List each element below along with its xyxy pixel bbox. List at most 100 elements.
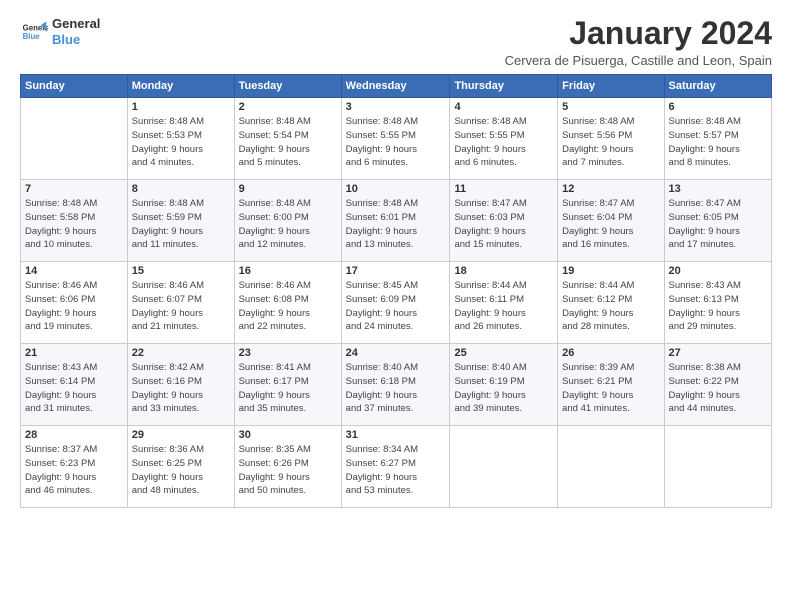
day-info: Sunrise: 8:48 AM Sunset: 6:01 PM Dayligh… — [346, 197, 446, 252]
calendar-cell: 2 Sunrise: 8:48 AM Sunset: 5:54 PM Daylig… — [234, 98, 341, 180]
calendar-cell — [450, 426, 558, 508]
day-number: 22 — [132, 347, 230, 359]
calendar-cell: 21Sunrise: 8:43 AM Sunset: 6:14 PM Dayli… — [21, 344, 128, 426]
day-number: 12 — [562, 183, 659, 195]
calendar-cell: 29Sunrise: 8:36 AM Sunset: 6:25 PM Dayli… — [127, 426, 234, 508]
day-number: 11 — [454, 183, 553, 195]
calendar-cell: 3 Sunrise: 8:48 AM Sunset: 5:55 PM Daylig… — [341, 98, 450, 180]
calendar-week-row: 28 Sunrise: 8:37 AM Sunset: 6:23 PM Dayli… — [21, 426, 772, 508]
day-info: Sunrise: 8:48 AM Sunset: 5:57 PM Dayligh… — [669, 115, 767, 170]
day-number: 6 — [669, 101, 767, 113]
weekday-header: Saturday — [664, 75, 771, 98]
day-info: Sunrise: 8:46 AM Sunset: 6:07 PM Dayligh… — [132, 279, 230, 334]
day-number: 17 — [346, 265, 446, 277]
day-number: 20 — [669, 265, 767, 277]
day-info: Sunrise: 8:43 AM Sunset: 6:14 PM Dayligh… — [25, 361, 123, 416]
day-number: 18 — [454, 265, 553, 277]
calendar-cell: 31 Sunrise: 8:34 AM Sunset: 6:27 PM Dayli… — [341, 426, 450, 508]
calendar-cell: 22 Sunrise: 8:42 AM Sunset: 6:16 PM Dayli… — [127, 344, 234, 426]
day-info: Sunrise: 8:44 AM Sunset: 6:12 PM Dayligh… — [562, 279, 659, 334]
day-info: Sunrise: 8:48 AM Sunset: 5:59 PM Dayligh… — [132, 197, 230, 252]
calendar-cell — [558, 426, 664, 508]
logo: General Blue General Blue — [20, 16, 100, 47]
day-number: 9 — [239, 183, 337, 195]
day-info: Sunrise: 8:47 AM Sunset: 6:05 PM Dayligh… — [669, 197, 767, 252]
day-info: Sunrise: 8:44 AM Sunset: 6:11 PM Dayligh… — [454, 279, 553, 334]
title-block: January 2024 Cervera de Pisuerga, Castil… — [505, 16, 772, 68]
logo-line2: Blue — [52, 32, 100, 48]
day-number: 1 — [132, 101, 230, 113]
weekday-header: Thursday — [450, 75, 558, 98]
weekday-header: Wednesday — [341, 75, 450, 98]
calendar-cell: 19 Sunrise: 8:44 AM Sunset: 6:12 PM Dayli… — [558, 262, 664, 344]
day-number: 13 — [669, 183, 767, 195]
day-number: 10 — [346, 183, 446, 195]
day-info: Sunrise: 8:42 AM Sunset: 6:16 PM Dayligh… — [132, 361, 230, 416]
day-number: 7 — [25, 183, 123, 195]
month-title: January 2024 — [505, 16, 772, 51]
day-info: Sunrise: 8:35 AM Sunset: 6:26 PM Dayligh… — [239, 443, 337, 498]
day-info: Sunrise: 8:48 AM Sunset: 5:55 PM Dayligh… — [454, 115, 553, 170]
day-info: Sunrise: 8:46 AM Sunset: 6:08 PM Dayligh… — [239, 279, 337, 334]
day-info: Sunrise: 8:48 AM Sunset: 6:00 PM Dayligh… — [239, 197, 337, 252]
day-info: Sunrise: 8:39 AM Sunset: 6:21 PM Dayligh… — [562, 361, 659, 416]
day-number: 14 — [25, 265, 123, 277]
day-info: Sunrise: 8:45 AM Sunset: 6:09 PM Dayligh… — [346, 279, 446, 334]
calendar-week-row: 7 Sunrise: 8:48 AM Sunset: 5:58 PM Daylig… — [21, 180, 772, 262]
weekday-header: Sunday — [21, 75, 128, 98]
day-info: Sunrise: 8:41 AM Sunset: 6:17 PM Dayligh… — [239, 361, 337, 416]
day-number: 27 — [669, 347, 767, 359]
calendar-cell: 14 Sunrise: 8:46 AM Sunset: 6:06 PM Dayli… — [21, 262, 128, 344]
calendar-cell: 17 Sunrise: 8:45 AM Sunset: 6:09 PM Dayli… — [341, 262, 450, 344]
day-info: Sunrise: 8:37 AM Sunset: 6:23 PM Dayligh… — [25, 443, 123, 498]
calendar-table: SundayMondayTuesdayWednesdayThursdayFrid… — [20, 74, 772, 508]
day-number: 2 — [239, 101, 337, 113]
logo-line1: General — [52, 16, 100, 32]
calendar-cell: 16Sunrise: 8:46 AM Sunset: 6:08 PM Dayli… — [234, 262, 341, 344]
day-number: 26 — [562, 347, 659, 359]
day-info: Sunrise: 8:48 AM Sunset: 5:54 PM Dayligh… — [239, 115, 337, 170]
day-info: Sunrise: 8:48 AM Sunset: 5:58 PM Dayligh… — [25, 197, 123, 252]
calendar-cell: 10 Sunrise: 8:48 AM Sunset: 6:01 PM Dayli… — [341, 180, 450, 262]
day-info: Sunrise: 8:34 AM Sunset: 6:27 PM Dayligh… — [346, 443, 446, 498]
weekday-header: Friday — [558, 75, 664, 98]
calendar-cell: 18 Sunrise: 8:44 AM Sunset: 6:11 PM Dayli… — [450, 262, 558, 344]
calendar-cell: 13 Sunrise: 8:47 AM Sunset: 6:05 PM Dayli… — [664, 180, 771, 262]
calendar-cell: 7 Sunrise: 8:48 AM Sunset: 5:58 PM Daylig… — [21, 180, 128, 262]
day-info: Sunrise: 8:40 AM Sunset: 6:18 PM Dayligh… — [346, 361, 446, 416]
calendar-cell: 20Sunrise: 8:43 AM Sunset: 6:13 PM Dayli… — [664, 262, 771, 344]
calendar-cell: 12 Sunrise: 8:47 AM Sunset: 6:04 PM Dayli… — [558, 180, 664, 262]
day-number: 5 — [562, 101, 659, 113]
svg-text:Blue: Blue — [23, 32, 41, 41]
day-number: 28 — [25, 429, 123, 441]
calendar-cell: 26 Sunrise: 8:39 AM Sunset: 6:21 PM Dayli… — [558, 344, 664, 426]
day-number: 24 — [346, 347, 446, 359]
calendar-cell: 30Sunrise: 8:35 AM Sunset: 6:26 PM Dayli… — [234, 426, 341, 508]
weekday-header-row: SundayMondayTuesdayWednesdayThursdayFrid… — [21, 75, 772, 98]
calendar-cell: 8 Sunrise: 8:48 AM Sunset: 5:59 PM Daylig… — [127, 180, 234, 262]
calendar-cell: 4 Sunrise: 8:48 AM Sunset: 5:55 PM Daylig… — [450, 98, 558, 180]
day-info: Sunrise: 8:40 AM Sunset: 6:19 PM Dayligh… — [454, 361, 553, 416]
page: General Blue General Blue January 2024 C… — [0, 0, 792, 612]
day-number: 31 — [346, 429, 446, 441]
calendar-cell — [664, 426, 771, 508]
day-info: Sunrise: 8:46 AM Sunset: 6:06 PM Dayligh… — [25, 279, 123, 334]
day-number: 3 — [346, 101, 446, 113]
calendar-week-row: 1Sunrise: 8:48 AM Sunset: 5:53 PM Daylig… — [21, 98, 772, 180]
day-number: 8 — [132, 183, 230, 195]
calendar-cell: 1Sunrise: 8:48 AM Sunset: 5:53 PM Daylig… — [127, 98, 234, 180]
day-info: Sunrise: 8:47 AM Sunset: 6:04 PM Dayligh… — [562, 197, 659, 252]
logo-icon: General Blue — [20, 18, 48, 46]
day-number: 19 — [562, 265, 659, 277]
calendar-cell: 27Sunrise: 8:38 AM Sunset: 6:22 PM Dayli… — [664, 344, 771, 426]
day-number: 4 — [454, 101, 553, 113]
day-info: Sunrise: 8:48 AM Sunset: 5:56 PM Dayligh… — [562, 115, 659, 170]
calendar-cell: 9 Sunrise: 8:48 AM Sunset: 6:00 PM Daylig… — [234, 180, 341, 262]
calendar-cell: 24 Sunrise: 8:40 AM Sunset: 6:18 PM Dayli… — [341, 344, 450, 426]
subtitle: Cervera de Pisuerga, Castille and Leon, … — [505, 53, 772, 68]
calendar-cell: 11Sunrise: 8:47 AM Sunset: 6:03 PM Dayli… — [450, 180, 558, 262]
day-number: 23 — [239, 347, 337, 359]
day-info: Sunrise: 8:48 AM Sunset: 5:55 PM Dayligh… — [346, 115, 446, 170]
day-number: 25 — [454, 347, 553, 359]
calendar-week-row: 21Sunrise: 8:43 AM Sunset: 6:14 PM Dayli… — [21, 344, 772, 426]
